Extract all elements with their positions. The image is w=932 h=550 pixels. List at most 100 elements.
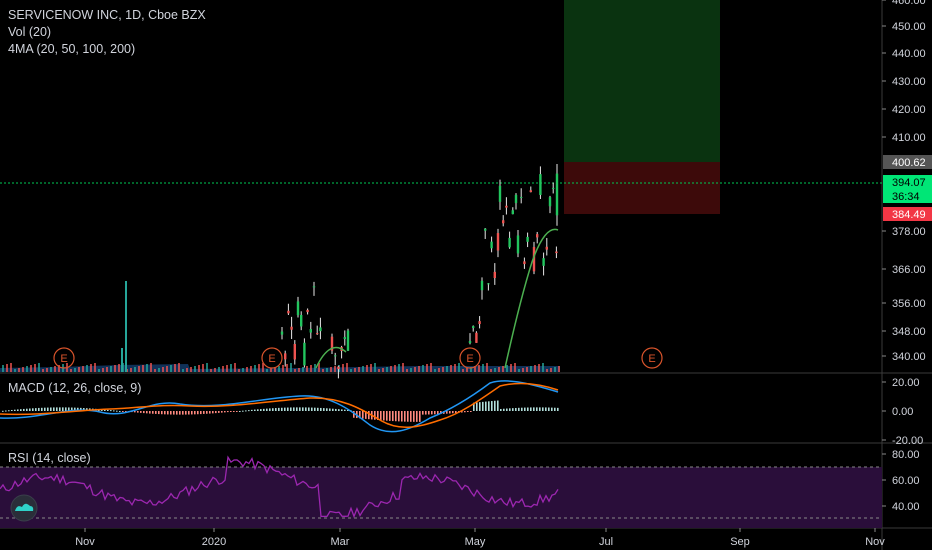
- candle-body: [520, 196, 523, 198]
- volume-bar: [254, 365, 256, 372]
- chart-canvas[interactable]: E E E E 340.00 348.00 356.00 366.00 378.00 410.00…: [0, 0, 932, 550]
- volume-bar: [74, 368, 76, 372]
- macd-histogram-bar: [119, 410, 121, 412]
- candle-body: [536, 234, 539, 238]
- volume-bar: [98, 369, 100, 372]
- volume-bar: [246, 367, 248, 372]
- macd-histogram-bar: [362, 411, 364, 419]
- rsi-band: [0, 467, 882, 528]
- volume-bar: [150, 363, 152, 372]
- candle-body: [319, 327, 322, 332]
- macd-histogram-bar: [230, 411, 232, 412]
- candle-body: [480, 280, 484, 291]
- volume-bar: [194, 366, 196, 372]
- macd-histogram-bar: [11, 409, 13, 411]
- volume-bar: [498, 367, 500, 372]
- volume-bar: [398, 364, 400, 372]
- chart-root[interactable]: E E E E 340.00 348.00 356.00 366.00 378.00 410.00…: [0, 0, 932, 550]
- macd-tick-label: 0.00: [892, 406, 913, 418]
- volume-bar: [490, 369, 492, 372]
- volume-bar: [18, 368, 20, 372]
- candle-body: [508, 237, 511, 248]
- volume-bar: [502, 366, 504, 372]
- volume-bar: [106, 367, 108, 372]
- macd-histogram-bar: [449, 411, 451, 414]
- volume-bar: [286, 364, 288, 372]
- macd-histogram-bar: [197, 411, 199, 415]
- macd-histogram-bar: [506, 408, 508, 411]
- volume-bar: [238, 369, 240, 372]
- volume-bar: [218, 367, 220, 372]
- candle-body: [475, 332, 478, 343]
- macd-histogram-bar: [116, 410, 118, 412]
- volume-bar: [302, 367, 304, 372]
- volume-bar: [546, 369, 548, 372]
- price-tick-label: 348.00: [892, 326, 926, 338]
- tradingview-cloud-icon[interactable]: [8, 494, 40, 522]
- volume-bar: [282, 365, 284, 372]
- macd-histogram-bar: [404, 411, 406, 422]
- macd-histogram-bar: [44, 407, 46, 411]
- target-zone: [564, 0, 720, 162]
- volume-bar: [426, 364, 428, 372]
- macd-histogram-bar: [110, 410, 112, 412]
- macd-histogram-bar: [161, 411, 163, 415]
- macd-histogram-bar: [170, 411, 172, 415]
- volume-bar: [142, 365, 144, 372]
- macd-histogram-bar: [395, 411, 397, 422]
- macd-histogram-bar: [233, 411, 235, 412]
- volume-bar: [134, 367, 136, 372]
- volume-bar: [198, 365, 200, 372]
- volume-bar: [114, 365, 116, 372]
- volume-bar: [386, 367, 388, 372]
- volume-bar: [346, 363, 348, 372]
- volume-bar: [70, 369, 72, 372]
- volume-bar: [298, 368, 300, 372]
- macd-histogram-bar: [38, 407, 40, 411]
- macd-histogram-bar: [536, 407, 538, 411]
- macd-histogram-bar: [17, 409, 19, 411]
- volume-bar: [506, 365, 508, 372]
- macd-histogram-bar: [533, 407, 535, 411]
- macd-histogram-bar: [53, 407, 55, 411]
- volume-bar: [230, 364, 232, 372]
- candle-body: [284, 353, 287, 360]
- macd-histogram-bar: [410, 411, 412, 422]
- volume-bar: [530, 366, 532, 372]
- volume-spike-bar: [125, 281, 127, 372]
- macd-histogram-bar: [191, 411, 193, 415]
- macd-histogram-bar: [308, 407, 310, 411]
- volume-bar: [334, 366, 336, 372]
- macd-histogram-bar: [32, 408, 34, 411]
- candle-body: [526, 236, 529, 242]
- volume-bar: [454, 364, 456, 372]
- candle-body: [303, 342, 306, 366]
- volume-bar: [146, 364, 148, 372]
- macd-histogram-bar: [143, 411, 145, 414]
- volume-bar: [202, 364, 204, 372]
- macd-histogram-bar: [299, 407, 301, 411]
- rsi-tick-label: 80.00: [892, 449, 920, 461]
- macd-histogram-bar: [386, 411, 388, 421]
- volume-bar: [514, 363, 516, 372]
- candle-body: [343, 337, 346, 339]
- stop-price-tag-text: 384.49: [892, 209, 926, 221]
- macd-histogram-bar: [5, 410, 7, 412]
- candle-body: [280, 331, 284, 335]
- candle-body: [293, 344, 296, 360]
- volume-bar: [206, 363, 208, 372]
- candle-body: [498, 185, 502, 202]
- volume-bar: [30, 365, 32, 372]
- macd-histogram-bar: [554, 407, 556, 411]
- macd-histogram-bar: [407, 411, 409, 422]
- macd-histogram-bar: [311, 407, 313, 411]
- macd-histogram-bar: [146, 411, 148, 414]
- macd-histogram-bar: [26, 408, 28, 411]
- volume-bar: [222, 366, 224, 372]
- volume-bar: [366, 365, 368, 372]
- volume-bar: [418, 366, 420, 372]
- volume-bar: [38, 363, 40, 372]
- volume-bar: [182, 369, 184, 372]
- volume-bar: [510, 364, 512, 372]
- volume-bar: [78, 367, 80, 372]
